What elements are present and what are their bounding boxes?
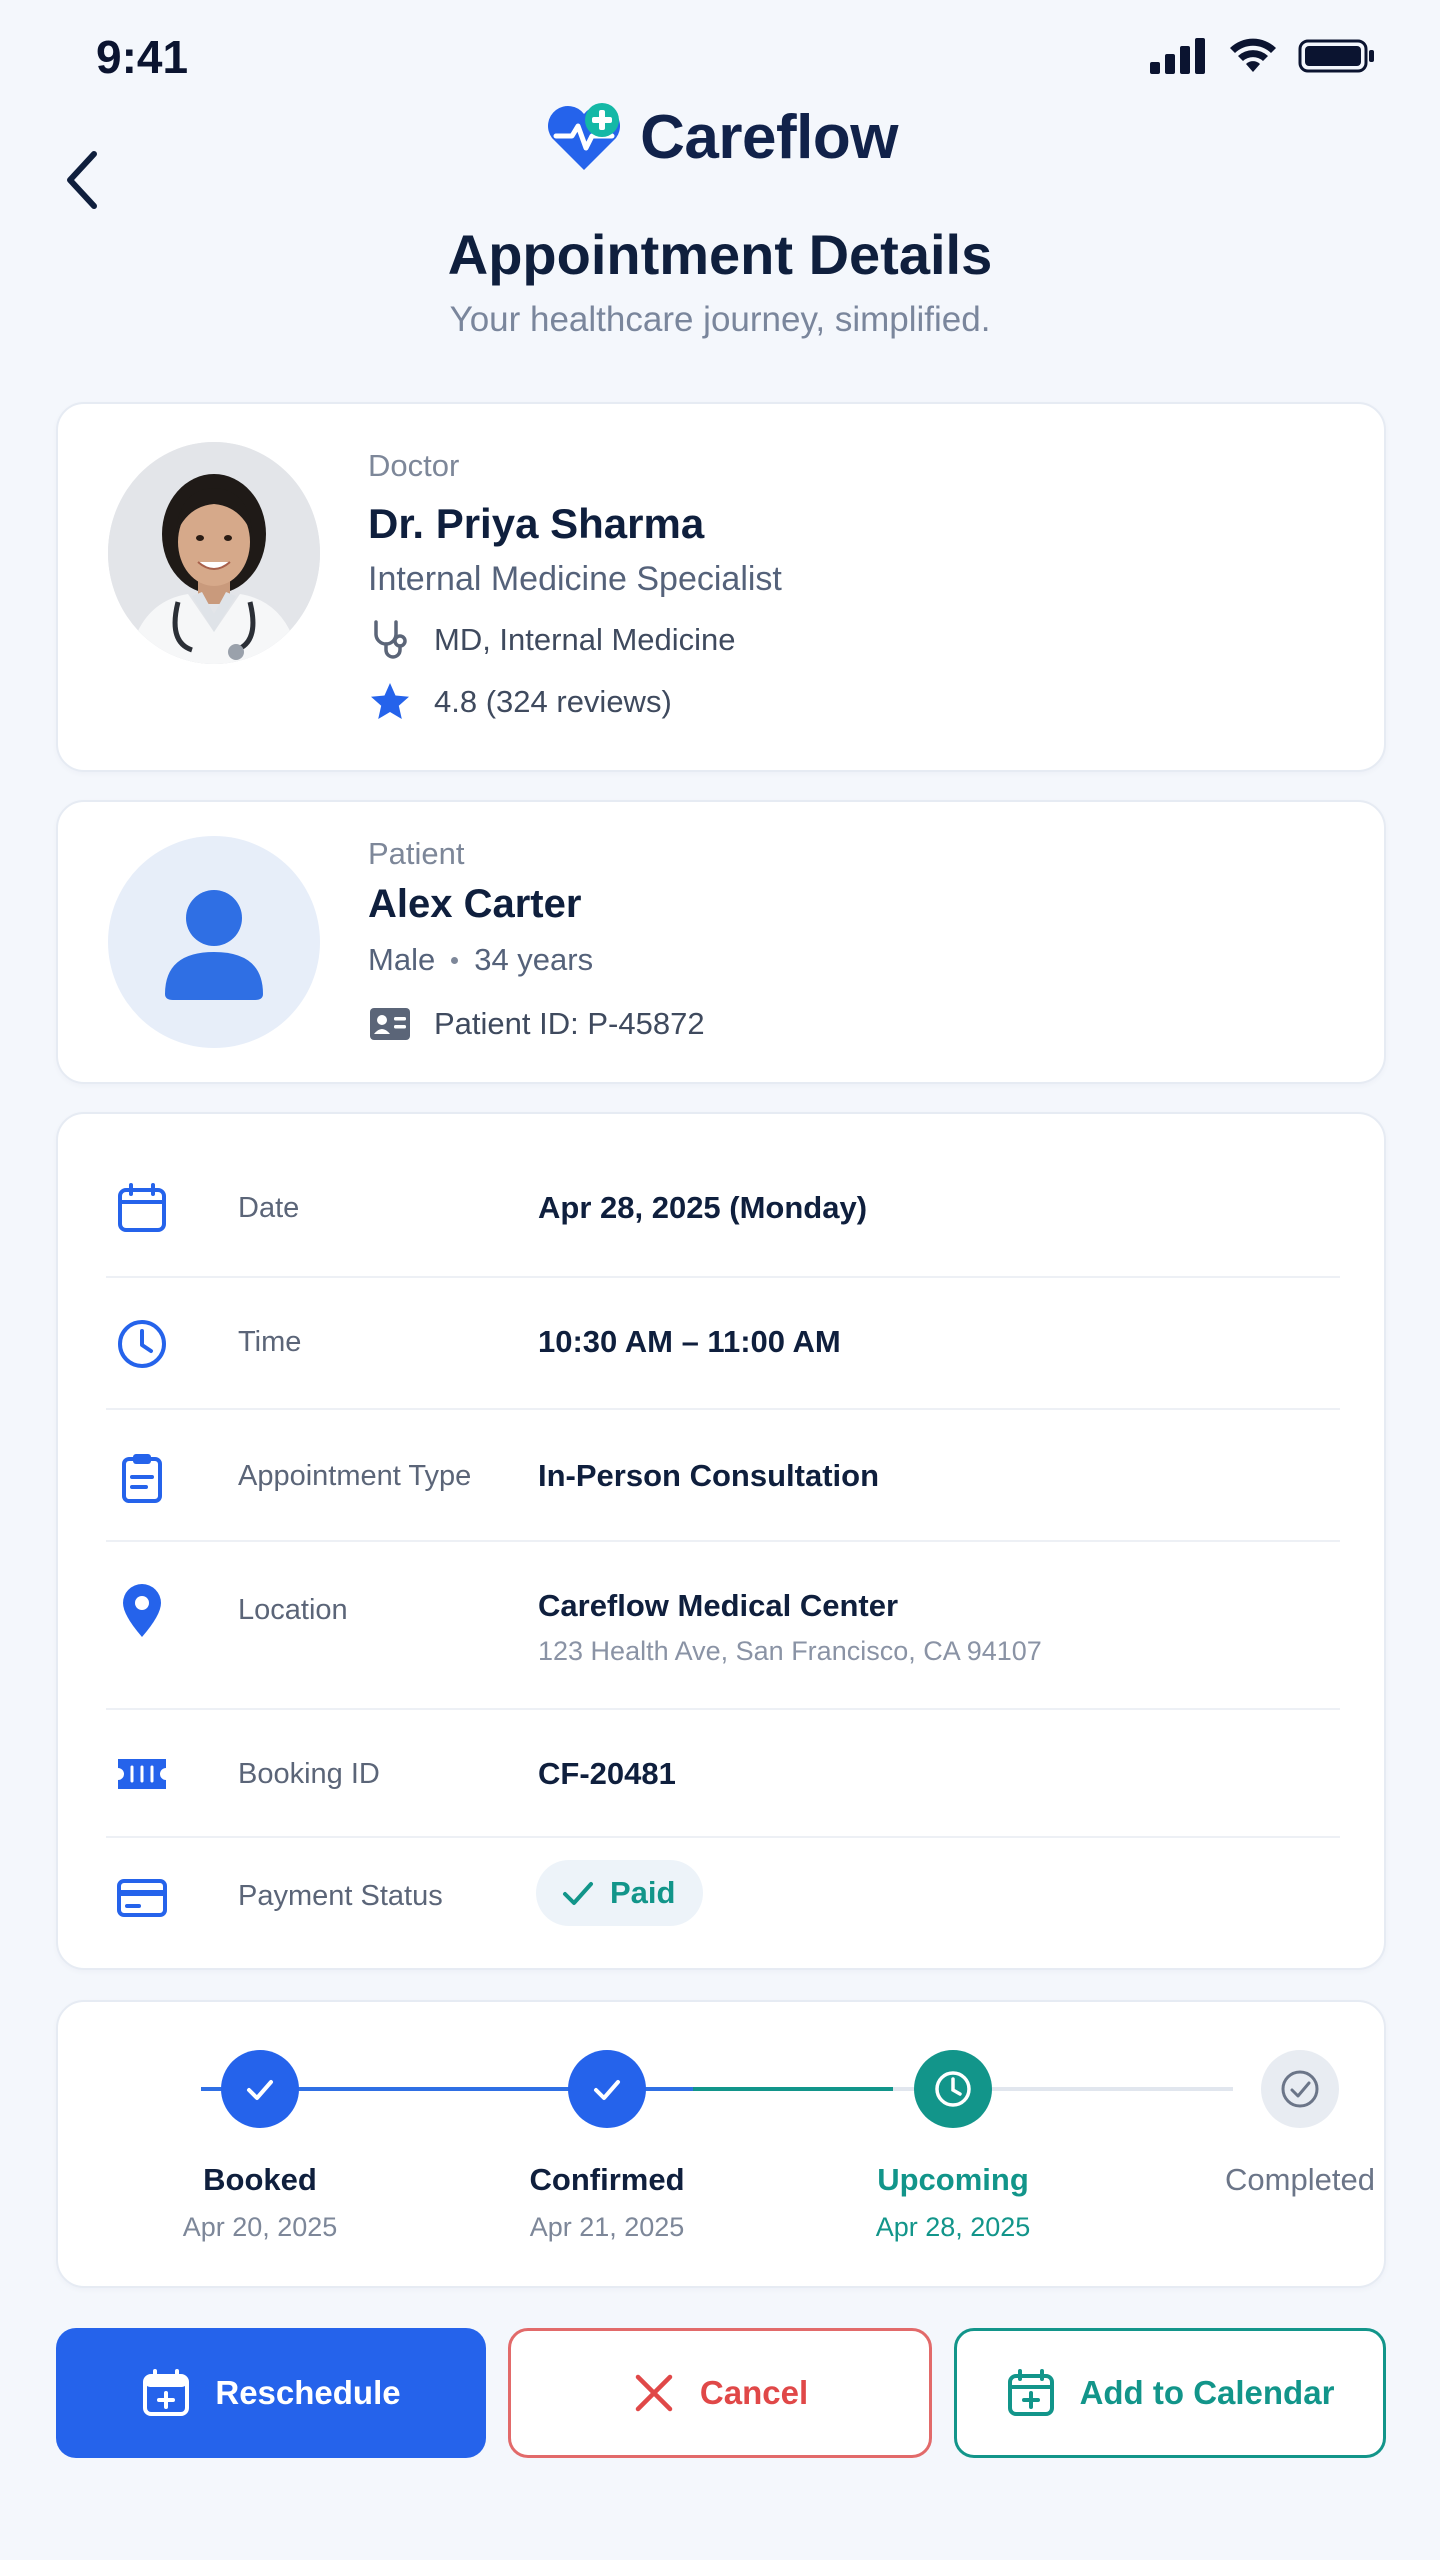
progress-track-current [693,2087,893,2091]
appointment-details-card: Date Apr 28, 2025 (Monday) Time 10:30 AM… [56,1112,1386,1970]
detail-row-payment: Payment Status Paid [106,1838,1340,1968]
patient-card[interactable]: Patient Alex Carter Male 34 years Patien… [56,800,1386,1084]
payment-status-badge: Paid [536,1860,704,1926]
stethoscope-icon [374,620,407,659]
time-value: 10:30 AM – 11:00 AM [538,1324,841,1359]
detail-row-date: Date Apr 28, 2025 (Monday) [106,1134,1340,1278]
doctor-photo [108,442,320,664]
appointment-progress-card: Booked Apr 20, 2025 Confirmed Apr 21, 20… [56,2000,1386,2288]
detail-row-location: Location Careflow Medical Center 123 Hea… [106,1542,1340,1710]
doctor-specialty: Internal Medicine Specialist [368,560,782,598]
cancel-label: Cancel [699,2374,809,2411]
step-date: Apr 20, 2025 [182,2212,338,2242]
booking-value: CF-20481 [538,1756,676,1791]
clipboard-icon [112,1448,172,1508]
patient-gender: Male [368,942,436,977]
reschedule-button[interactable]: Reschedule [56,2328,486,2458]
calendar-add-icon [143,2369,190,2416]
step-date: Apr 21, 2025 [529,2212,685,2242]
check-icon [563,1882,593,1905]
date-value: Apr 28, 2025 (Monday) [538,1190,868,1225]
doctor-card[interactable]: Doctor Dr. Priya Sharma Internal Medicin… [56,402,1386,772]
payment-label: Payment Status [238,1880,443,1912]
detail-row-booking: Booking ID CF-20481 [106,1710,1340,1838]
check-circle-icon [568,2050,646,2128]
id-card-icon [370,1008,410,1040]
step-name: Confirmed [529,2162,685,2197]
type-value: In-Person Consultation [538,1458,879,1493]
location-value: Careflow Medical Center [538,1588,899,1623]
star-icon [371,683,409,719]
clock-icon [914,2050,992,2128]
user-icon [165,890,263,1000]
step-name: Booked [203,2162,317,2197]
detail-row-type: Appointment Type In-Person Consultation [106,1410,1340,1542]
doctor-rating: 4.8 (324 reviews) [434,684,672,719]
add-to-calendar-button[interactable]: Add to Calendar [954,2328,1386,2458]
doctor-credentials: MD, Internal Medicine [434,622,736,657]
calendar-icon [112,1178,172,1238]
cancel-button[interactable]: Cancel [508,2328,932,2458]
patient-name: Alex Carter [368,882,582,926]
page-subtitle: Your healthcare journey, simplified. [449,300,991,339]
patient-age: 34 years [474,942,594,977]
doctor-credentials-row: MD, Internal Medicine [368,618,736,662]
doctor-avatar [108,442,320,664]
step-date: Apr 28, 2025 [875,2212,1031,2242]
detail-row-time: Time 10:30 AM – 11:00 AM [106,1278,1340,1410]
brand-header: Careflow [0,100,1440,174]
signal-icon [1150,38,1205,74]
patient-avatar [108,836,320,1048]
time-label: Time [238,1326,302,1358]
patient-id-row: Patient ID: P-45872 [368,1004,705,1044]
check-circle-outline-icon [1261,2050,1339,2128]
reschedule-label: Reschedule [215,2374,401,2411]
wifi-icon [1230,38,1276,72]
payment-status: Paid [610,1875,676,1910]
type-label: Appointment Type [238,1460,472,1492]
ticket-icon [112,1744,172,1804]
location-label: Location [238,1594,348,1626]
careflow-logo-icon [548,103,621,170]
date-label: Date [238,1192,300,1224]
credit-card-icon [112,1868,172,1928]
booking-label: Booking ID [238,1758,380,1790]
clock-icon [112,1314,172,1374]
check-circle-icon [221,2050,299,2128]
calendar-add-icon [1007,2369,1054,2416]
separator-dot [451,956,459,964]
status-time: 9:41 [96,31,189,83]
patient-info: Male 34 years [368,942,593,978]
doctor-name: Dr. Priya Sharma [368,500,705,547]
doctor-label: Doctor [368,448,460,483]
doctor-rating-row: 4.8 (324 reviews) [368,680,672,724]
page-title: Appointment Details [447,223,993,286]
add-to-calendar-label: Add to Calendar [1079,2374,1335,2411]
patient-id: Patient ID: P-45872 [434,1006,705,1041]
location-address: 123 Health Ave, San Francisco, CA 94107 [538,1636,1042,1666]
brand-name: Careflow [640,102,898,172]
close-icon [635,2374,673,2412]
battery-icon [1298,39,1374,73]
patient-label: Patient [368,836,465,871]
status-icons [1150,38,1376,74]
step-name: Completed [1225,2162,1375,2197]
step-name: Upcoming [877,2162,1029,2197]
status-bar: 9:41 [0,0,1440,110]
location-pin-icon [112,1580,172,1640]
